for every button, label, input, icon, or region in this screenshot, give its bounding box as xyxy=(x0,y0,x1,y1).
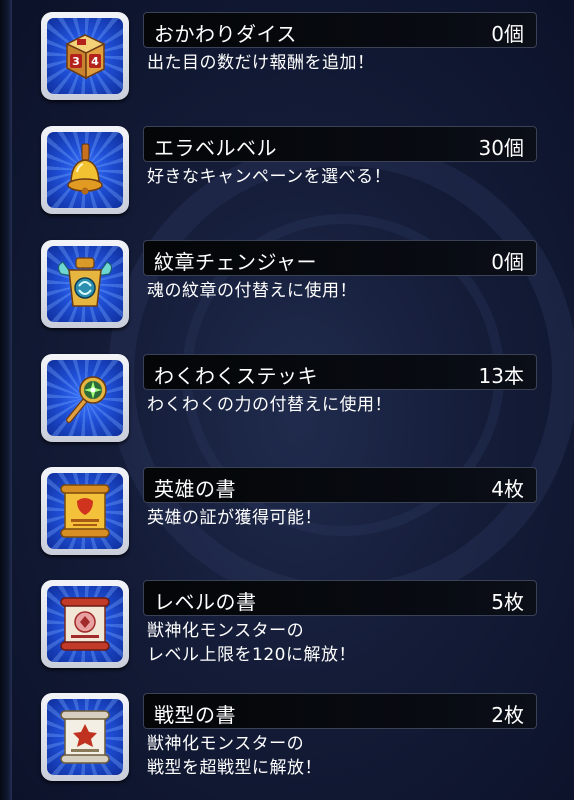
emblem-changer-icon-frame[interactable] xyxy=(41,240,129,328)
item-name: レベルの書 xyxy=(154,590,257,614)
item-count: 5枚 xyxy=(491,590,524,614)
dice-icon-frame[interactable]: 3 4 xyxy=(41,12,129,100)
dice-icon: 3 4 xyxy=(65,34,106,80)
item-name: 紋章チェンジャー xyxy=(154,250,317,274)
hero-scroll-icon xyxy=(60,484,110,538)
list-item[interactable]: 3 4 おかわりダイス 0個 出た目の数だけ報酬を追加！ xyxy=(0,0,574,110)
svg-text:4: 4 xyxy=(91,55,99,68)
item-count: 4枚 xyxy=(491,477,524,501)
magic-stick-icon xyxy=(66,376,107,423)
item-description: 魂の紋章の付替えに使用！ xyxy=(147,281,357,301)
item-description: わくわくの力の付替えに使用！ xyxy=(147,395,392,415)
item-description: 英雄の証が獲得可能！ xyxy=(147,508,322,528)
list-item[interactable]: 紋章チェンジャー 0個 魂の紋章の付替えに使用！ xyxy=(0,228,574,338)
item-count: 0個 xyxy=(491,250,524,274)
list-item[interactable]: わくわくステッキ 13本 わくわくの力の付替えに使用！ xyxy=(0,342,574,452)
item-name: エラベルベル xyxy=(154,136,277,160)
magic-stick-icon-frame[interactable] xyxy=(41,354,129,442)
item-name: おかわりダイス xyxy=(154,22,297,46)
list-item[interactable]: エラベルベル 30個 好きなキャンペーンを選べる！ xyxy=(0,114,574,224)
bell-icon-frame[interactable] xyxy=(41,126,129,214)
item-description: 好きなキャンペーンを選べる！ xyxy=(147,167,392,187)
item-count: 13本 xyxy=(478,364,524,388)
item-name: わくわくステッキ xyxy=(154,364,318,388)
svg-text:3: 3 xyxy=(72,55,80,68)
item-name-bar: レベルの書 5枚 xyxy=(143,580,537,616)
item-name-bar: 戦型の書 2枚 xyxy=(143,693,537,729)
hero-scroll-icon-frame[interactable] xyxy=(41,467,129,555)
battle-type-scroll-icon-frame[interactable] xyxy=(41,693,129,781)
emblem-changer-icon xyxy=(57,257,113,307)
item-name-bar: わくわくステッキ 13本 xyxy=(143,354,537,390)
level-scroll-icon xyxy=(60,597,110,651)
item-name: 戦型の書 xyxy=(154,703,236,727)
item-description: 獣神化モンスターの 戦型を超戦型に解放！ xyxy=(147,734,322,778)
item-name-bar: 英雄の書 4枚 xyxy=(143,467,537,503)
list-item[interactable]: 英雄の書 4枚 英雄の証が獲得可能！ xyxy=(0,455,574,565)
item-count: 30個 xyxy=(478,136,524,160)
battle-type-scroll-icon xyxy=(60,710,110,764)
level-scroll-icon-frame[interactable] xyxy=(41,580,129,668)
item-count: 2枚 xyxy=(491,703,524,727)
item-description: 獣神化モンスターの レベル上限を120に解放！ xyxy=(147,621,356,665)
bell-icon xyxy=(67,143,103,195)
item-count: 0個 xyxy=(491,22,524,46)
item-name-bar: おかわりダイス 0個 xyxy=(143,12,537,48)
list-item[interactable]: レベルの書 5枚 獣神化モンスターの レベル上限を120に解放！ xyxy=(0,568,574,678)
item-name: 英雄の書 xyxy=(154,477,236,501)
item-name-bar: 紋章チェンジャー 0個 xyxy=(143,240,537,276)
item-description: 出た目の数だけ報酬を追加！ xyxy=(147,53,375,73)
item-name-bar: エラベルベル 30個 xyxy=(143,126,537,162)
list-item[interactable]: 戦型の書 2枚 獣神化モンスターの 戦型を超戦型に解放！ xyxy=(0,681,574,791)
